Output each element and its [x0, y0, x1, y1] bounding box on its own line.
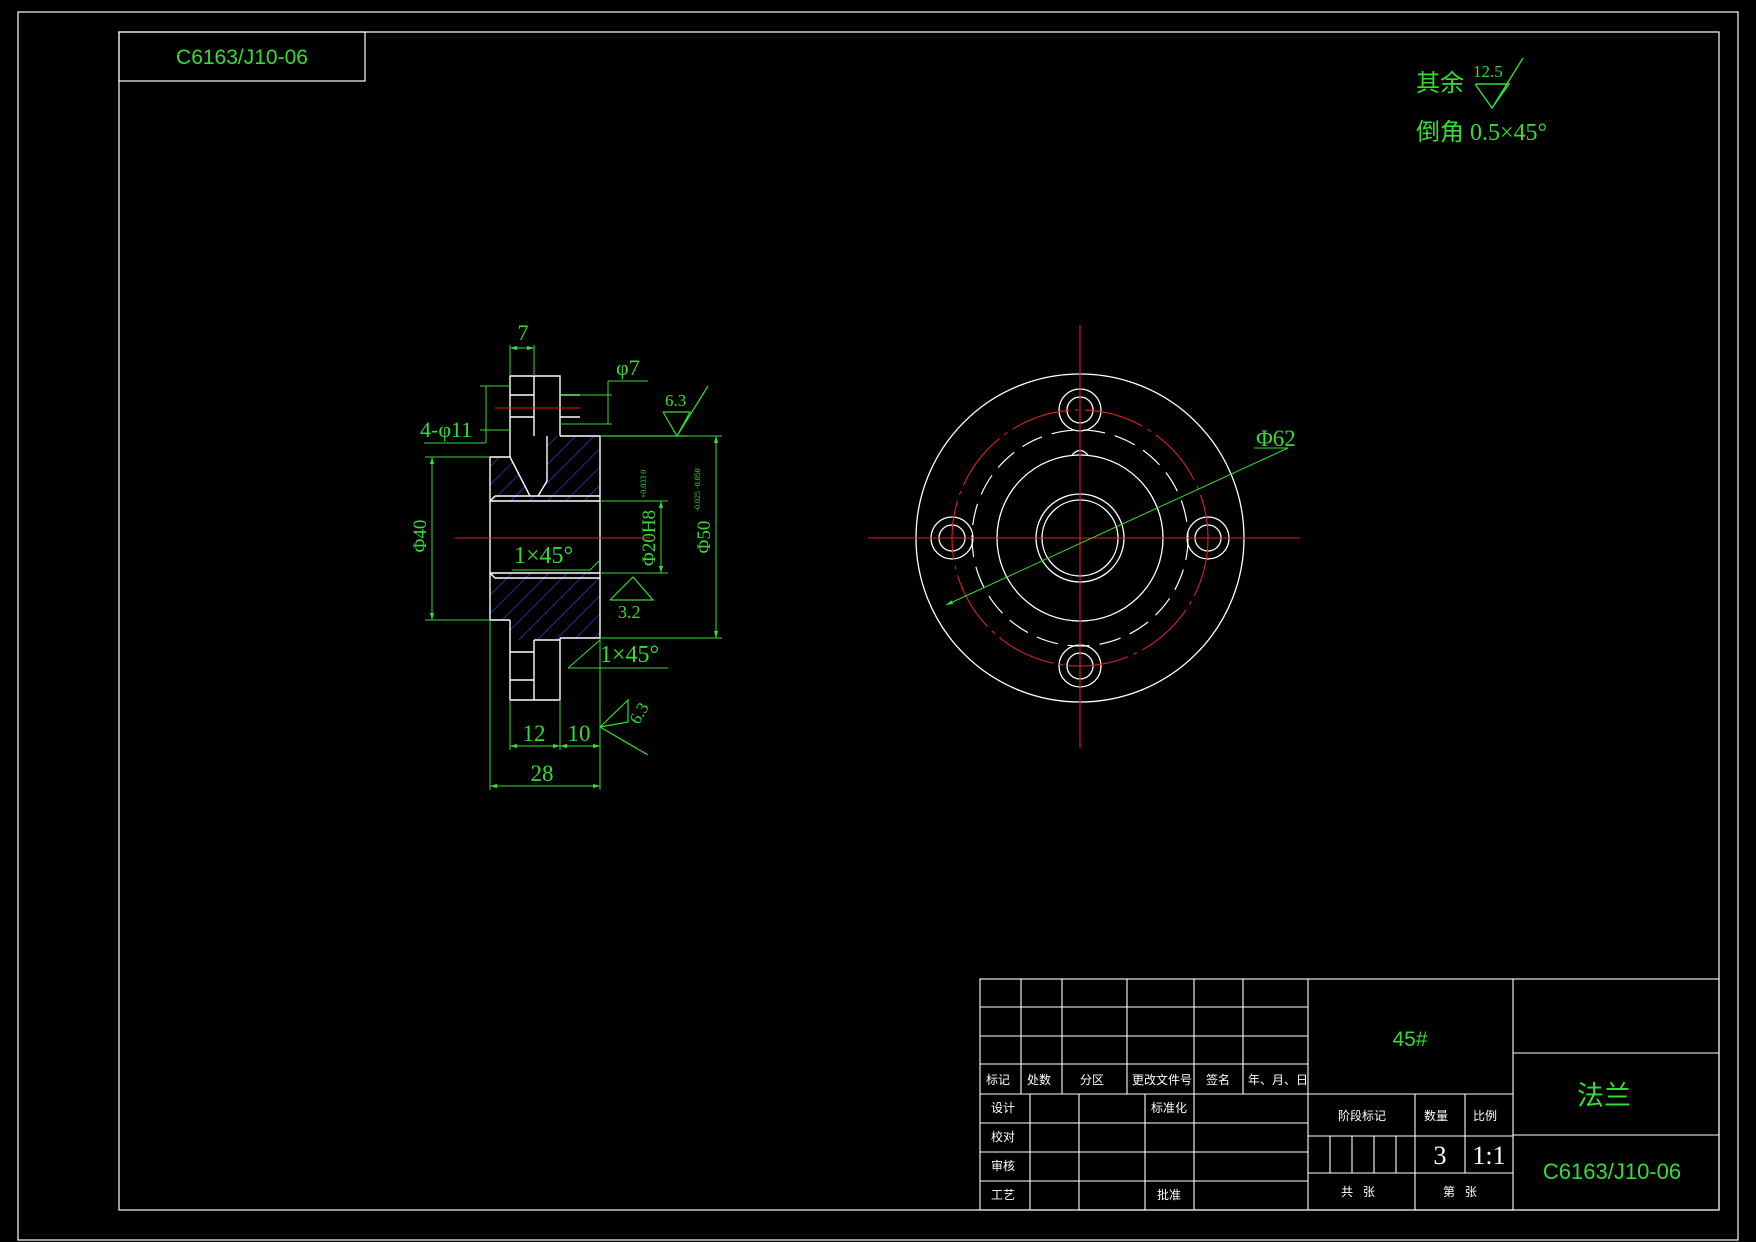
scale-value: 1:1 — [1472, 1141, 1505, 1170]
dim-phi40: Φ40 — [410, 520, 431, 553]
header-signature: 签名 — [1206, 1072, 1230, 1087]
dim-bore-roughness: 3.2 — [618, 602, 641, 622]
cad-drawing: C6163/J10-06 其余 12.5 倒角 0.5×45° 7 φ7 4-φ… — [17, 11, 1739, 1241]
scale-label: 比例 — [1473, 1109, 1497, 1123]
rest-label: 其余 — [1416, 70, 1464, 97]
sheet-border — [17, 11, 1739, 1241]
code-box-text: C6163/J10-06 — [176, 46, 308, 69]
row-check: 校对 — [991, 1129, 1015, 1144]
hatch-lower — [490, 573, 600, 640]
stage-mark-label: 阶段标记 — [1338, 1108, 1386, 1123]
header-mark: 标记 — [986, 1073, 1010, 1087]
section-view: 7 φ7 4-φ11 6.3 Φ40 Φ20H8 +0.033 0 Φ50 -0… — [410, 320, 722, 790]
total-sheets: 共 张 — [1341, 1185, 1375, 1199]
row-review: 审核 — [991, 1158, 1015, 1173]
header-change-doc: 更改文件号 — [1132, 1072, 1192, 1087]
dim-phi62: Φ62 — [1256, 426, 1296, 451]
quantity-label: 数量 — [1424, 1108, 1448, 1123]
dim-hole-phi7: φ7 — [616, 355, 640, 380]
front-view: Φ62 — [868, 325, 1300, 748]
dim-phi50: Φ50 — [694, 521, 715, 554]
row-process: 工艺 — [991, 1188, 1015, 1202]
dim-chamfer-outer: 1×45° — [600, 642, 659, 668]
roughness-bore-icon — [609, 576, 655, 601]
dim-bore-tolerance: +0.033 0 — [639, 470, 648, 499]
code-box: C6163/J10-06 — [118, 31, 366, 82]
material-value: 45# — [1392, 1028, 1427, 1051]
header-zone: 分区 — [1080, 1073, 1104, 1087]
standardize-label: 标准化 — [1151, 1101, 1187, 1115]
dim-bolt-holes: 4-φ11 — [420, 417, 472, 442]
drawing-frame — [118, 31, 1720, 1211]
dim-chamfer-inner: 1×45° — [514, 543, 573, 569]
dim-28: 28 — [531, 761, 554, 786]
dim-top-7: 7 — [518, 320, 529, 345]
title-block-text: 标记 处数 分区 更改文件号 签名 年、月、日 设计 校对 审核 工艺 标准化 … — [986, 1072, 1497, 1202]
part-name: 法兰 — [1577, 1081, 1631, 1111]
sheet-no: 第 张 — [1443, 1185, 1477, 1199]
rest-roughness-value: 12.5 — [1473, 62, 1503, 81]
title-code: C6163/J10-06 — [1543, 1159, 1681, 1184]
dim-face-roughness: 6.3 — [626, 699, 653, 727]
header-date: 年、月、日 — [1248, 1073, 1308, 1087]
dim-outer-roughness: 6.3 — [665, 391, 686, 410]
dim-phi50-tolerance: -0.025 -0.050 — [693, 468, 702, 511]
roughness-outer-icon — [600, 385, 709, 438]
dim-12: 12 — [523, 721, 546, 746]
approve-label: 批准 — [1157, 1187, 1181, 1202]
dim-10: 10 — [568, 721, 591, 746]
header-count: 处数 — [1027, 1072, 1051, 1087]
dim-bore-phi20h8: Φ20H8 — [639, 510, 660, 566]
row-design: 设计 — [991, 1101, 1015, 1115]
general-notes: 其余 12.5 倒角 0.5×45° — [1416, 57, 1547, 146]
hatch-upper — [490, 436, 600, 501]
quantity-value: 3 — [1434, 1141, 1447, 1170]
chamfer-note: 倒角 0.5×45° — [1416, 119, 1547, 146]
